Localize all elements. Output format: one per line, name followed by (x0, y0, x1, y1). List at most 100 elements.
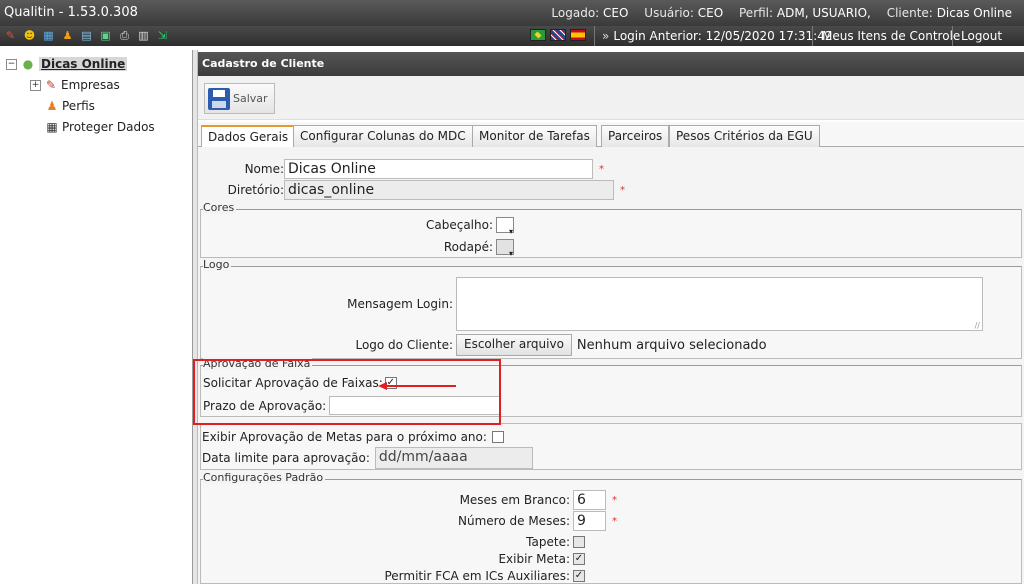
numero-meses-label: Número de Meses: (458, 514, 570, 528)
save-label: Salvar (233, 92, 268, 105)
permitir-fca-label: Permitir FCA em ICs Auxiliares: (384, 569, 570, 583)
sidebar-item-perfis[interactable]: ♟ Perfis (44, 98, 95, 114)
logo-cliente-label: Logo do Cliente: (355, 338, 453, 352)
logo-legend: Logo (203, 258, 232, 271)
logged-value: CEO (603, 6, 629, 20)
top-bar: Qualitin - 1.53.0.308 Logado: CEO Usuári… (0, 0, 1024, 26)
sidebar-tree: − ● Dicas Online + ✎ Empresas ♟ Perfis ▦… (0, 50, 193, 584)
last-login: » Login Anterior: 12/05/2020 17:31:42 (602, 29, 833, 43)
exibir-meta-checkbox[interactable]: ✓ (573, 553, 585, 565)
arrow-left-icon (378, 382, 456, 390)
meses-branco-input[interactable]: 6 (573, 490, 606, 510)
tab-pesos-criterios[interactable]: Pesos Critérios da EGU (669, 125, 820, 147)
cabecalho-color-picker[interactable] (496, 217, 514, 236)
sidebar-item-label: Empresas (61, 78, 120, 92)
highlight-box (193, 359, 501, 425)
divider (952, 26, 953, 46)
document-icon[interactable]: ▤ (78, 27, 95, 44)
cores-legend: Cores (203, 201, 237, 214)
nome-label: Nome: (244, 162, 284, 176)
client-icon: ● (22, 57, 34, 71)
numero-meses-input[interactable]: 9 (573, 511, 606, 531)
floppy-disk-icon (208, 87, 230, 110)
people-icon[interactable]: ♟ (59, 27, 76, 44)
nome-input[interactable]: Dicas Online (284, 159, 593, 179)
collapse-icon[interactable]: − (6, 58, 17, 70)
table-icon[interactable]: ▦ (40, 27, 57, 44)
cabecalho-label: Cabeçalho: (425, 218, 493, 232)
flag-uk-icon[interactable] (550, 29, 566, 41)
calendar-icon: ▦ (46, 120, 58, 134)
exibir-metas-label: Exibir Aprovação de Metas para o próximo… (202, 430, 487, 444)
tapete-label: Tapete: (526, 535, 570, 549)
exibir-metas-row: Exibir Aprovação de Metas para o próximo… (202, 430, 504, 444)
user-label: Usuário: (644, 6, 694, 20)
profile-value: ADM, USUARIO, (776, 6, 871, 20)
print-icon[interactable]: ⎙ (116, 27, 133, 44)
tab-dados-gerais[interactable]: Dados Gerais (201, 125, 296, 148)
users-icon[interactable]: ☻ (21, 27, 38, 44)
rodape-row: Rodapé: (201, 239, 514, 258)
cabecalho-row: Cabeçalho: (201, 217, 514, 236)
divider (594, 26, 595, 46)
sidebar-item-proteger-dados[interactable]: ▦ Proteger Dados (44, 119, 154, 135)
required-mark: * (620, 184, 625, 196)
rodape-color-picker[interactable] (496, 239, 514, 258)
permitir-fca-row: Permitir FCA em ICs Auxiliares: ✓ (201, 569, 585, 583)
tab-configurar-colunas[interactable]: Configurar Colunas do MDC (293, 125, 473, 147)
profile-label: Perfil: (739, 6, 774, 20)
diretorio-row: Diretório: dicas_online * (198, 180, 625, 200)
cores-fieldset: Cores Cabeçalho: Rodapé: (200, 201, 1022, 258)
required-mark: * (612, 515, 617, 527)
data-limite-row: Data limite para aprovação: dd/mm/aaaa (202, 447, 533, 469)
user-info: Logado: CEO Usuário: CEO Perfil: ADM, US… (539, 6, 1012, 20)
logo-cliente-row: Logo do Cliente: Escolher arquivo Nenhum… (201, 334, 767, 356)
language-flags (530, 29, 586, 41)
book-icon[interactable]: ▥ (135, 27, 152, 44)
logged-label: Logado: (551, 6, 600, 20)
flag-spain-icon[interactable] (570, 29, 586, 41)
tapete-checkbox[interactable] (573, 536, 585, 548)
last-login-text: Login Anterior: 12/05/2020 17:31:42 (613, 29, 833, 43)
exibir-metas-checkbox[interactable] (491, 431, 504, 443)
secondary-bar: ✎ ☻ ▦ ♟ ▤ ▣ ⎙ ▥ ⇲ » Login Anterior: 12/05… (0, 26, 1024, 46)
tree-root[interactable]: − ● Dicas Online (6, 56, 128, 72)
sidebar-item-label: Perfis (62, 99, 95, 113)
panel-toolbar: Salvar (198, 76, 1024, 120)
required-mark: * (612, 494, 617, 506)
report-icon[interactable]: ▣ (97, 27, 114, 44)
required-mark: * (599, 163, 604, 175)
sidebar-item-empresas[interactable]: + ✎ Empresas (30, 77, 120, 93)
meses-branco-label: Meses em Branco: (459, 493, 570, 507)
choose-file-button[interactable]: Escolher arquivo (456, 334, 572, 356)
tapete-row: Tapete: (201, 535, 585, 549)
exibir-meta-row: Exibir Meta: ✓ (201, 552, 585, 566)
meses-branco-row: Meses em Branco: 6 * (201, 490, 617, 510)
export-icon[interactable]: ⇲ (154, 27, 171, 44)
numero-meses-row: Número de Meses: 9 * (201, 511, 617, 531)
flag-brazil-icon[interactable] (530, 29, 546, 41)
config-padrao-legend: Configurações Padrão (203, 471, 326, 484)
tools-icon[interactable]: ✎ (2, 27, 19, 44)
tree-root-label[interactable]: Dicas Online (39, 57, 128, 71)
arrow-shaft (386, 385, 456, 387)
tab-monitor-tarefas[interactable]: Monitor de Tarefas (472, 125, 597, 147)
rodape-label: Rodapé: (443, 240, 493, 254)
profiles-icon: ♟ (46, 99, 58, 113)
chevron-right-icon: » (602, 29, 610, 43)
permitir-fca-checkbox[interactable]: ✓ (573, 570, 585, 582)
expand-icon[interactable]: + (30, 79, 41, 91)
mensagem-login-row: Mensagem Login: (201, 277, 983, 331)
user-value: CEO (697, 6, 724, 20)
logout-link[interactable]: Logout (961, 29, 1002, 43)
mensagem-login-label: Mensagem Login: (347, 297, 453, 311)
save-button[interactable]: Salvar (204, 83, 275, 114)
nome-row: Nome: Dicas Online * (198, 159, 604, 179)
client-label: Cliente: (886, 6, 933, 20)
mensagem-login-textarea[interactable] (456, 277, 983, 331)
main-panel: Cadastro de Cliente Salvar Dados Gerais … (198, 50, 1024, 584)
data-limite-input[interactable]: dd/mm/aaaa (374, 447, 533, 469)
tab-parceiros[interactable]: Parceiros (601, 125, 670, 147)
exibir-meta-label: Exibir Meta: (498, 552, 570, 566)
my-items-link[interactable]: Meus Itens de Controle (822, 29, 960, 43)
